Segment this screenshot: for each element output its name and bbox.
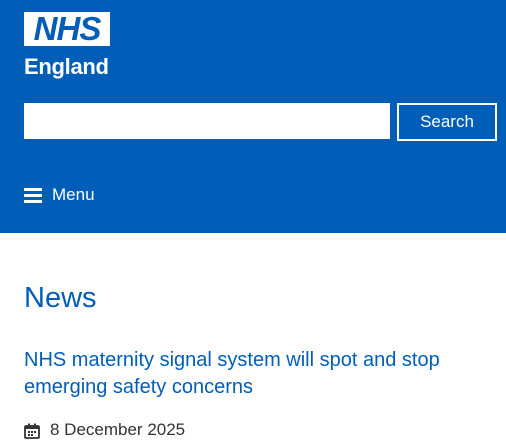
nhs-logo-mark: NHS — [24, 12, 110, 46]
calendar-icon — [24, 422, 40, 439]
search-button[interactable]: Search — [397, 103, 497, 141]
article-title-link[interactable]: NHS maternity signal system will spot an… — [24, 347, 494, 401]
nhs-logo-text: NHS — [33, 10, 102, 47]
article-date: 8 December 2025 — [24, 418, 185, 442]
site-header: NHS England Search Menu — [0, 0, 506, 233]
menu-button[interactable]: Menu — [24, 182, 95, 208]
menu-icon — [24, 187, 42, 203]
menu-label: Menu — [52, 185, 95, 204]
page-title: News — [24, 282, 97, 314]
logo-subtitle: England — [24, 54, 109, 79]
nhs-england-logo[interactable]: NHS England — [24, 12, 112, 82]
search-input[interactable] — [24, 103, 390, 139]
article-date-text: 8 December 2025 — [50, 420, 186, 439]
